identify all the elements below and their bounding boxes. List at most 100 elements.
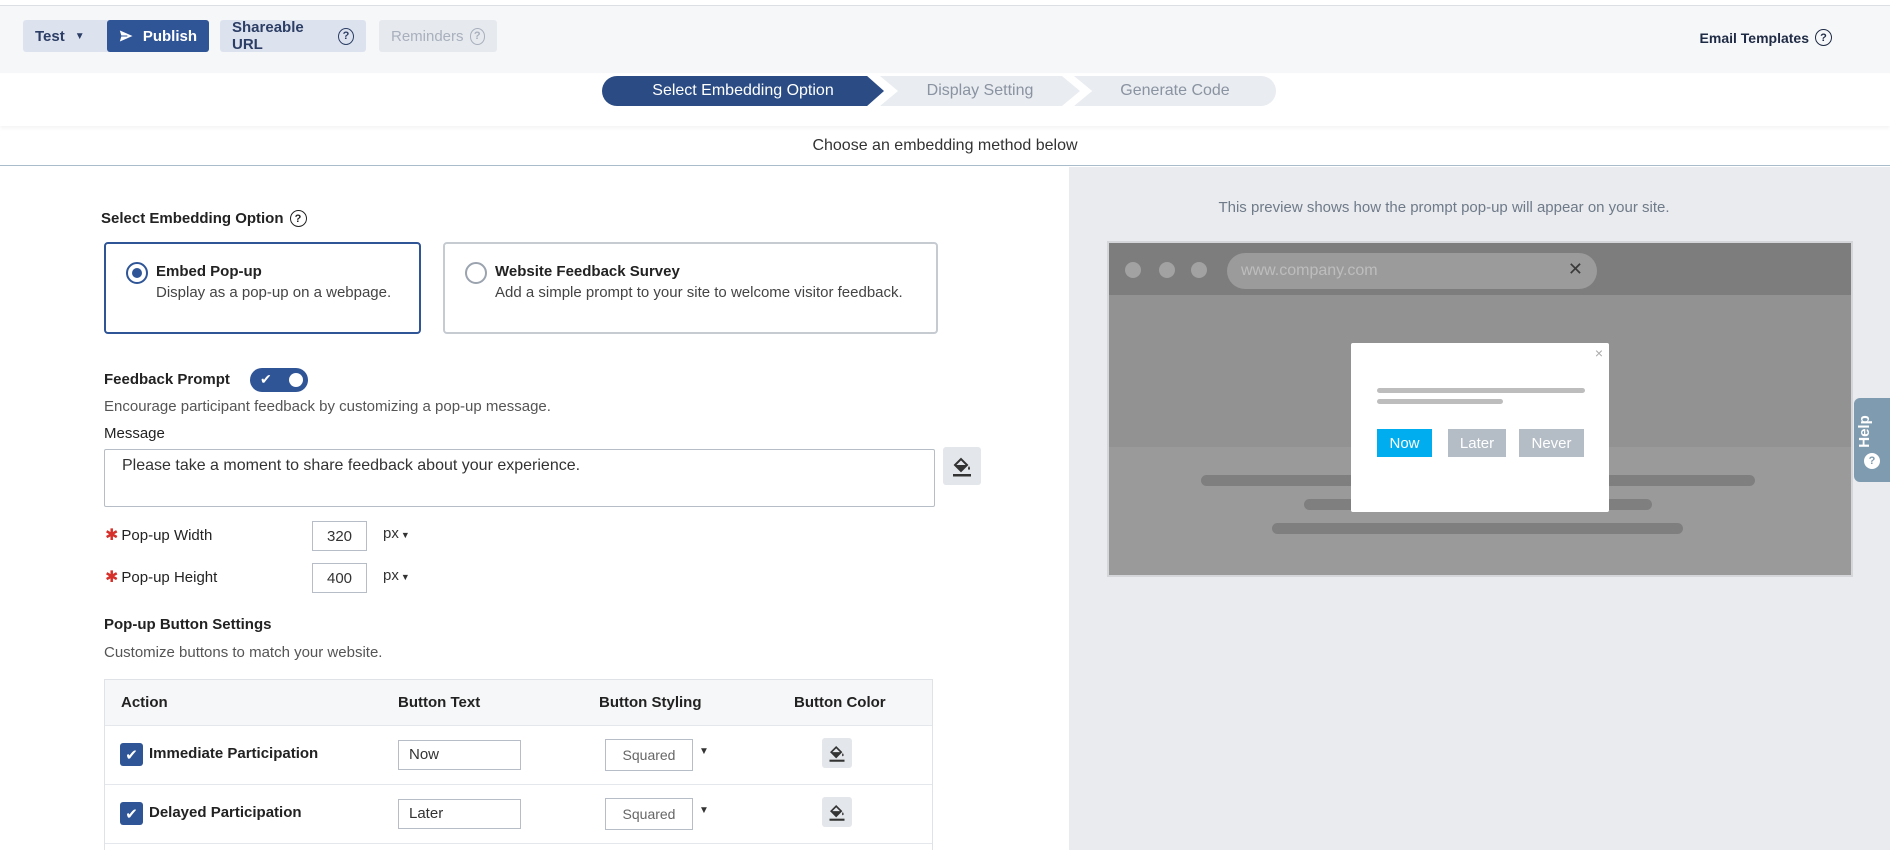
preview-note: This preview shows how the prompt pop-up… xyxy=(1218,199,1670,216)
settings-panel: Select Embedding Option ? Embed Pop-up D… xyxy=(0,167,1069,850)
paint-bucket-icon xyxy=(829,804,845,821)
shareable-url-button[interactable]: Shareable URL ? xyxy=(220,19,366,53)
required-asterisk-icon: ✱ xyxy=(105,569,119,586)
reminders-label: Reminders xyxy=(391,27,464,45)
button-text-input[interactable]: Now xyxy=(398,740,521,770)
popup-preview: × Now Later Never xyxy=(1351,343,1609,512)
feedback-prompt-description: Encourage participant feedback by custom… xyxy=(104,398,551,415)
check-icon: ✔ xyxy=(125,746,138,764)
preview-panel: This preview shows how the prompt pop-up… xyxy=(1069,167,1890,850)
message-label: Message xyxy=(104,425,165,442)
option-description: Add a simple prompt to your site to welc… xyxy=(495,284,903,301)
caret-down-icon: ▼ xyxy=(74,30,85,42)
email-templates-label: Email Templates xyxy=(1699,29,1809,46)
caret-down-icon: ▼ xyxy=(400,572,410,582)
test-dropdown-button[interactable]: Test ▼ xyxy=(23,20,119,52)
button-text-input[interactable]: Later xyxy=(398,799,521,829)
action-label: Immediate Participation xyxy=(149,745,319,762)
width-label-text: Pop-up Width xyxy=(121,527,213,544)
publish-label: Publish xyxy=(142,27,197,45)
column-header: Button Text xyxy=(398,694,481,711)
address-bar: www.company.com ✕ xyxy=(1227,253,1597,289)
table-row: ✔ Delayed Participation Later Squared ▼ xyxy=(105,785,932,844)
step-display-setting[interactable]: Display Setting xyxy=(880,76,1080,106)
column-header: Button Styling xyxy=(599,694,702,711)
caret-down-icon[interactable]: ▼ xyxy=(699,805,709,816)
toggle-knob xyxy=(289,373,303,387)
radio-button-selected[interactable] xyxy=(126,262,148,284)
test-label: Test xyxy=(35,27,65,45)
paint-bucket-icon xyxy=(829,745,845,762)
column-header: Action xyxy=(121,694,168,711)
window-dot-icon xyxy=(1125,262,1141,278)
popup-width-input[interactable]: 320 xyxy=(312,521,367,551)
check-icon: ✔ xyxy=(125,805,138,823)
required-asterisk-icon: ✱ xyxy=(105,527,119,544)
action-label: Delayed Participation xyxy=(149,804,302,821)
button-color-picker[interactable] xyxy=(822,797,852,827)
subheading: Choose an embedding method below xyxy=(0,126,1890,166)
button-styling-select[interactable]: Squared xyxy=(605,798,693,830)
popup-height-label: ✱ Pop-up Height xyxy=(105,567,217,587)
unit-label: px xyxy=(383,525,399,542)
help-tab[interactable]: Help ? xyxy=(1854,398,1890,482)
step-select-embedding-option[interactable]: Select Embedding Option xyxy=(602,76,884,106)
radio-button[interactable] xyxy=(465,262,487,284)
top-toolbar: Test ▼ Publish Shareable URL ? Reminders… xyxy=(0,5,1890,73)
option-title: Embed Pop-up xyxy=(156,263,262,280)
caret-down-icon: ▼ xyxy=(400,530,410,540)
help-circle-icon[interactable]: ? xyxy=(337,27,354,45)
preview-never-button: Never xyxy=(1519,429,1584,457)
popup-width-label: ✱ Pop-up Width xyxy=(105,525,212,545)
button-color-picker[interactable] xyxy=(822,738,852,768)
reminders-button[interactable]: Reminders ? xyxy=(379,20,497,52)
help-circle-icon: ? xyxy=(1864,453,1880,469)
window-dot-icon xyxy=(1159,262,1175,278)
caret-down-icon[interactable]: ▼ xyxy=(699,746,709,757)
shareable-url-label: Shareable URL xyxy=(232,19,304,53)
column-header: Button Color xyxy=(794,694,886,711)
height-unit-select[interactable]: px ▼ xyxy=(383,567,410,584)
popup-height-input[interactable]: 400 xyxy=(312,563,367,593)
text-line-placeholder xyxy=(1377,399,1503,404)
step-generate-code[interactable]: Generate Code xyxy=(1074,76,1276,106)
message-textarea[interactable]: Please take a moment to share feedback a… xyxy=(104,449,935,507)
close-icon: ✕ xyxy=(1567,259,1583,279)
wizard-steps: Select Embedding Option Display Setting … xyxy=(0,74,1890,126)
help-circle-icon: ? xyxy=(469,27,485,45)
url-text: www.company.com xyxy=(1241,262,1378,279)
feedback-prompt-title: Feedback Prompt xyxy=(104,371,230,388)
send-icon xyxy=(119,29,134,43)
window-dot-icon xyxy=(1191,262,1207,278)
close-icon: × xyxy=(1594,345,1603,361)
text-line-placeholder xyxy=(1377,388,1585,393)
height-label-text: Pop-up Height xyxy=(121,569,218,586)
button-styling-select[interactable]: Squared xyxy=(605,739,693,771)
table-row: ✔ Immediate Participation Now Squared ▼ xyxy=(105,726,932,785)
help-circle-icon[interactable]: ? xyxy=(289,210,307,227)
unit-label: px xyxy=(383,567,399,584)
option-website-feedback-survey[interactable]: Website Feedback Survey Add a simple pro… xyxy=(443,242,938,334)
button-settings-description: Customize buttons to match your website. xyxy=(104,644,383,661)
message-color-button[interactable] xyxy=(943,447,981,485)
paint-bucket-icon xyxy=(953,457,971,477)
option-description: Display as a pop-up on a webpage. xyxy=(156,284,392,301)
feedback-prompt-toggle[interactable]: ✔ xyxy=(250,368,308,392)
button-settings-title: Pop-up Button Settings xyxy=(104,616,272,633)
embedding-title: Select Embedding Option xyxy=(101,210,284,227)
table-header: Action Button Text Button Styling Button… xyxy=(105,680,932,726)
text-line-placeholder xyxy=(1272,523,1683,534)
option-embed-popup[interactable]: Embed Pop-up Display as a pop-up on a we… xyxy=(104,242,421,334)
button-settings-table: Action Button Text Button Styling Button… xyxy=(104,679,933,850)
row-checkbox[interactable]: ✔ xyxy=(120,802,143,825)
publish-button[interactable]: Publish xyxy=(107,20,209,52)
browser-mockup: www.company.com ✕ × Now Later Never xyxy=(1107,241,1853,577)
email-templates-link[interactable]: Email Templates ? xyxy=(1700,29,1832,46)
row-checkbox[interactable]: ✔ xyxy=(120,743,143,766)
help-circle-icon[interactable]: ? xyxy=(1815,29,1832,46)
width-unit-select[interactable]: px ▼ xyxy=(383,525,410,542)
browser-toolbar: www.company.com ✕ xyxy=(1109,243,1851,295)
preview-now-button: Now xyxy=(1377,429,1432,457)
help-label: Help xyxy=(1855,415,1873,448)
check-icon: ✔ xyxy=(260,371,272,387)
